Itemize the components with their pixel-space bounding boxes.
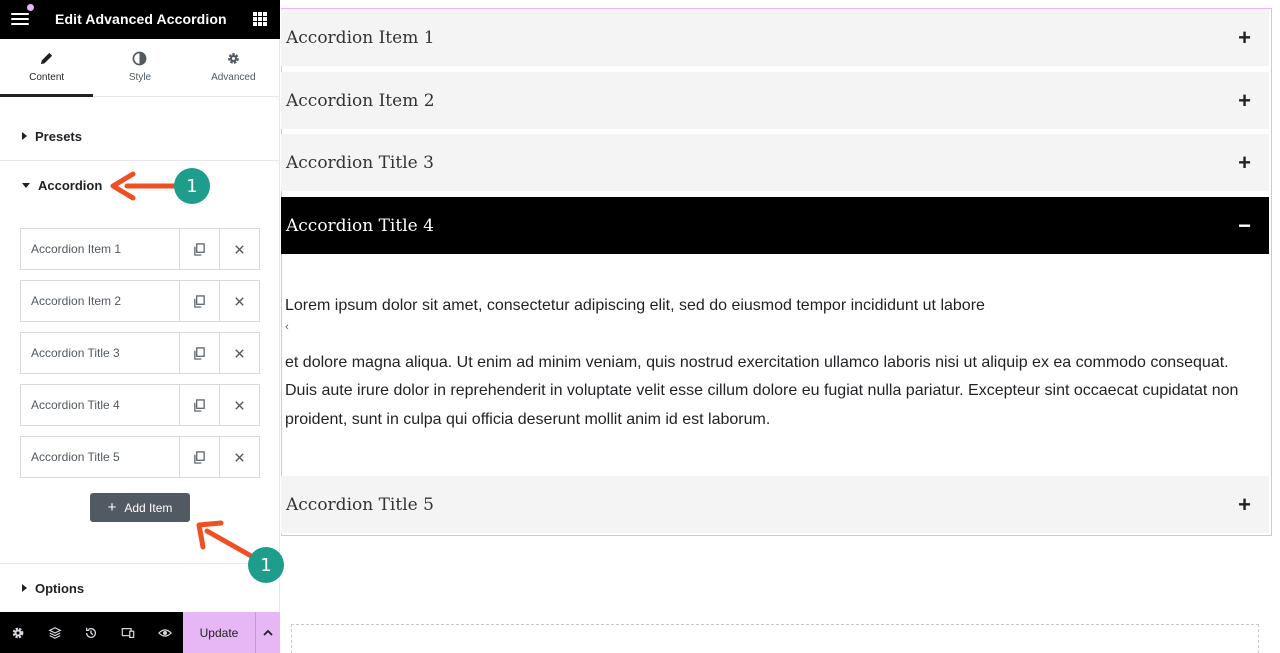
duplicate-button[interactable] bbox=[179, 229, 219, 269]
repeater-item-title[interactable]: Accordion Title 5 bbox=[21, 437, 179, 477]
duplicate-button[interactable] bbox=[179, 281, 219, 321]
repeater-item: Accordion Title 5 bbox=[20, 436, 260, 478]
annotation-arrow bbox=[110, 171, 178, 201]
plus-icon: + bbox=[1238, 87, 1251, 113]
annotation-badge: 1 bbox=[174, 168, 210, 204]
section-options-label: Options bbox=[35, 580, 85, 596]
panel-title: Edit Advanced Accordion bbox=[55, 11, 227, 27]
accordion-content-paragraph: et dolore magna aliqua. Ut enim ad minim… bbox=[285, 353, 1239, 428]
plus-icon: + bbox=[1238, 24, 1251, 50]
plus-icon: + bbox=[107, 499, 117, 516]
navigator-button[interactable] bbox=[37, 612, 74, 653]
copy-icon bbox=[194, 294, 205, 308]
plus-icon: + bbox=[1238, 491, 1251, 517]
copy-icon bbox=[194, 346, 205, 360]
tab-advanced[interactable]: Advanced bbox=[187, 39, 280, 96]
caret-right-icon bbox=[22, 584, 27, 592]
duplicate-button[interactable] bbox=[179, 437, 219, 477]
close-icon bbox=[235, 400, 244, 410]
accordion-item-title: Accordion Item 1 bbox=[286, 27, 435, 48]
tab-content[interactable]: Content bbox=[0, 39, 94, 97]
add-item-button[interactable]: + Add Item bbox=[90, 493, 190, 522]
accordion-content-paragraph: Lorem ipsum dolor sit amet, consectetur … bbox=[285, 297, 985, 314]
section-presets[interactable]: Presets bbox=[0, 111, 280, 161]
close-icon bbox=[235, 348, 244, 358]
close-icon bbox=[235, 452, 244, 462]
remove-button[interactable] bbox=[219, 229, 259, 269]
annotation-badge: 1 bbox=[248, 547, 284, 583]
remove-button[interactable] bbox=[219, 281, 259, 321]
plus-icon: + bbox=[1238, 149, 1251, 175]
caret-right-icon bbox=[22, 132, 27, 140]
repeater-item-title[interactable]: Accordion Item 2 bbox=[21, 281, 179, 321]
pencil-icon bbox=[41, 52, 53, 65]
caret-down-icon bbox=[22, 182, 30, 188]
repeater-item: Accordion Title 4 bbox=[20, 384, 260, 426]
settings-button[interactable] bbox=[0, 612, 37, 653]
remove-button[interactable] bbox=[219, 437, 259, 477]
close-icon bbox=[235, 244, 244, 254]
notification-dot bbox=[27, 4, 34, 11]
tab-content-label: Content bbox=[29, 72, 65, 83]
close-icon bbox=[235, 296, 244, 306]
tab-advanced-label: Advanced bbox=[211, 72, 256, 83]
menu-icon[interactable] bbox=[10, 10, 30, 28]
gear-icon bbox=[12, 627, 24, 638]
section-options[interactable]: Options bbox=[0, 563, 280, 613]
duplicate-button[interactable] bbox=[179, 385, 219, 425]
accordion-item-title: Accordion Item 2 bbox=[286, 90, 435, 111]
section-accordion-label: Accordion bbox=[38, 177, 103, 193]
minus-icon: − bbox=[1238, 212, 1251, 238]
repeater-item-title[interactable]: Accordion Item 1 bbox=[21, 229, 179, 269]
accordion-item-title: Accordion Title 5 bbox=[286, 494, 434, 515]
widgets-grid-icon[interactable] bbox=[253, 12, 267, 26]
empty-section-dropzone[interactable] bbox=[291, 624, 1259, 653]
add-item-label: Add Item bbox=[124, 500, 173, 515]
preview-button[interactable] bbox=[146, 612, 183, 653]
contrast-icon bbox=[133, 51, 147, 66]
tab-style[interactable]: Style bbox=[93, 39, 186, 96]
accordion-item[interactable]: Accordion Title 5 + bbox=[281, 476, 1269, 533]
copy-icon bbox=[194, 398, 205, 412]
chevron-up-icon bbox=[263, 629, 273, 636]
layers-icon bbox=[48, 626, 62, 639]
gear-icon bbox=[227, 53, 239, 64]
accordion-content: Lorem ipsum dolor sit amet, consectetur … bbox=[285, 292, 1260, 434]
repeater-item: Accordion Item 1 bbox=[20, 228, 260, 270]
copy-icon bbox=[194, 242, 205, 256]
responsive-mode-button[interactable] bbox=[110, 612, 147, 653]
panel-footer: Update bbox=[0, 612, 280, 653]
update-button[interactable]: Update bbox=[183, 612, 255, 653]
remove-button[interactable] bbox=[219, 385, 259, 425]
accordion-item[interactable]: Accordion Item 1 + bbox=[281, 9, 1269, 66]
repeater-item-title[interactable]: Accordion Title 4 bbox=[21, 385, 179, 425]
remove-button[interactable] bbox=[219, 333, 259, 373]
accordion-item-title: Accordion Title 3 bbox=[286, 152, 434, 173]
update-options-button[interactable] bbox=[255, 612, 280, 653]
eye-icon bbox=[157, 628, 172, 637]
tab-style-label: Style bbox=[128, 72, 152, 83]
accordion-item-active[interactable]: Accordion Title 4 − bbox=[281, 197, 1269, 254]
repeater-item: Accordion Item 2 bbox=[20, 280, 260, 322]
repeater-item: Accordion Title 3 bbox=[20, 332, 260, 374]
repeater-item-title[interactable]: Accordion Title 3 bbox=[21, 333, 179, 373]
responsive-icon bbox=[121, 627, 135, 638]
accordion-item-title: Accordion Title 4 bbox=[286, 215, 434, 236]
panel-header: Edit Advanced Accordion bbox=[0, 0, 280, 39]
history-button[interactable] bbox=[73, 612, 110, 653]
copy-icon bbox=[194, 450, 205, 464]
duplicate-button[interactable] bbox=[179, 333, 219, 373]
accordion-item[interactable]: Accordion Title 3 + bbox=[281, 134, 1269, 191]
accordion-item[interactable]: Accordion Item 2 + bbox=[281, 72, 1269, 129]
section-presets-label: Presets bbox=[35, 128, 82, 144]
history-icon bbox=[86, 627, 97, 638]
panel-tabs: Content Style Advanced bbox=[0, 39, 280, 97]
